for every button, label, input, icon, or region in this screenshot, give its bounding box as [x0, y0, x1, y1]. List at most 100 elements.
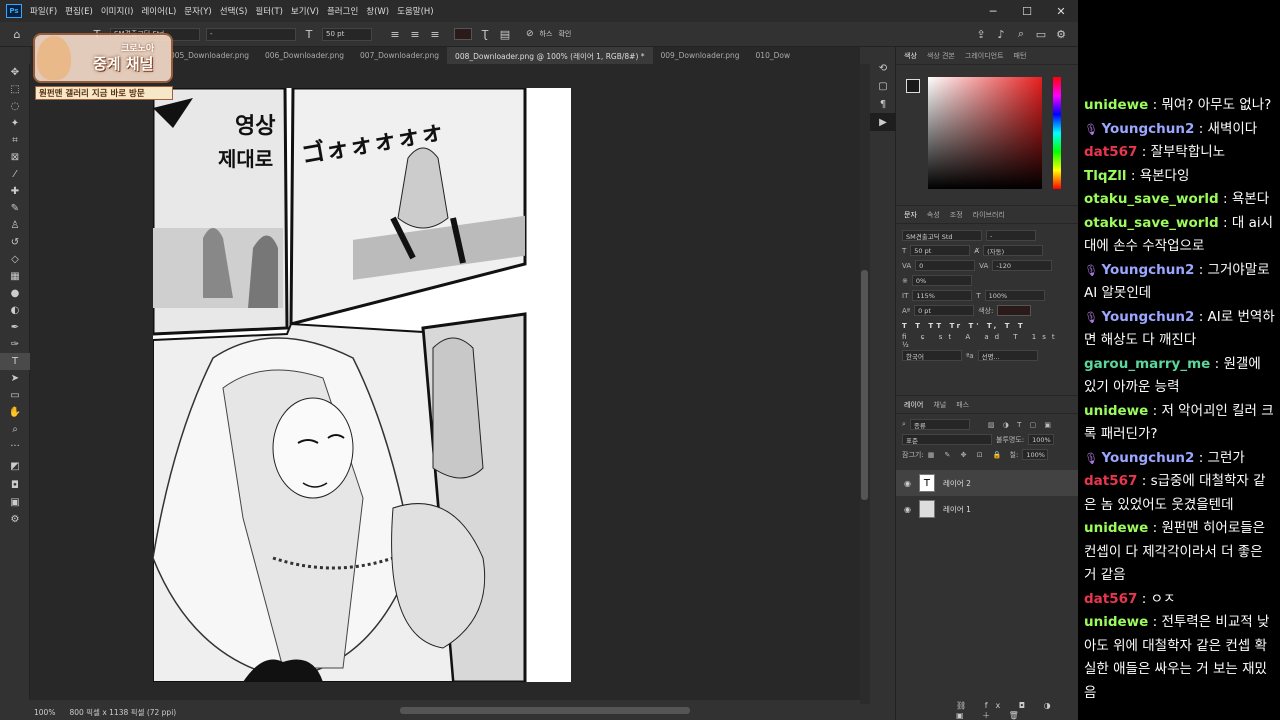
tab-adjustments[interactable]: 조정	[950, 210, 963, 220]
color-picker-field[interactable]	[928, 77, 1042, 189]
lasso-tool-icon[interactable]: ◌	[0, 98, 30, 115]
char-tracking[interactable]: -120	[992, 260, 1053, 271]
gradient-tool-icon[interactable]: ▦	[0, 268, 30, 285]
search-icon[interactable]: ⌕	[1014, 27, 1028, 41]
layer-filter-select[interactable]: 종류	[909, 419, 970, 430]
char-style-select[interactable]: -	[986, 230, 1036, 241]
layer-actions[interactable]: ⛓ fx ◘ ◑ ▣ ＋ 🗑	[956, 701, 1078, 720]
chat-username[interactable]: garou_marry_me	[1084, 356, 1210, 372]
healing-brush-tool-icon[interactable]: ✚	[0, 183, 30, 200]
align-center-icon[interactable]: ≡	[408, 28, 422, 41]
brush-tool-icon[interactable]: ✎	[0, 200, 30, 217]
cancel-icon[interactable]: ⊘	[526, 29, 534, 39]
canvas-area[interactable]: 영상 제대로 ゴォォォォォ	[30, 64, 860, 700]
tab-doc-009[interactable]: 009_Downloader.png	[653, 47, 748, 64]
minimize-icon[interactable]: ─	[976, 0, 1010, 22]
chat-username[interactable]: Youngchun2	[1101, 450, 1194, 466]
share-icon[interactable]: ⇪	[974, 28, 988, 41]
text-color-swatch[interactable]	[454, 28, 472, 40]
layer-filter-icons[interactable]: ▨ ◑ T ▢ ▣	[988, 421, 1054, 429]
commit-label[interactable]: 확인	[558, 29, 571, 39]
actions-panel-icon[interactable]: ▶	[870, 113, 896, 131]
menu-window[interactable]: 창(W)	[362, 5, 393, 17]
tab-channels[interactable]: 채널	[933, 400, 946, 410]
zoom-tool-icon[interactable]: ⌕	[0, 421, 30, 438]
tab-layers[interactable]: 레이어	[904, 400, 923, 410]
history-panel-icon[interactable]: ⟲	[870, 59, 896, 77]
lock-icons[interactable]: ▦ ✎ ✥ ⊡ 🔒	[928, 451, 1006, 459]
tab-paths[interactable]: 패스	[956, 400, 969, 410]
manga-page-canvas[interactable]: 영상 제대로 ゴォォォォォ	[153, 88, 571, 682]
paragraph-panel-icon[interactable]: ¶	[870, 95, 896, 113]
marquee-tool-icon[interactable]: ⬚	[0, 81, 30, 98]
tab-gradients[interactable]: 그레이디언트	[965, 51, 1004, 61]
chat-username[interactable]: unidewe	[1084, 520, 1148, 536]
chat-username[interactable]: otaku_save_world	[1084, 191, 1219, 207]
tab-patterns[interactable]: 패턴	[1014, 51, 1027, 61]
close-icon[interactable]: ✕	[1044, 0, 1078, 22]
char-horizontal-scale[interactable]: 100%	[984, 290, 1045, 301]
bell-icon[interactable]: ♪	[994, 28, 1008, 41]
char-color-swatch[interactable]	[997, 305, 1032, 316]
zoom-level[interactable]: 100%	[34, 708, 55, 717]
dodge-tool-icon[interactable]: ◐	[0, 302, 30, 319]
settings-icon[interactable]: ⚙	[1054, 28, 1068, 41]
font-style-select[interactable]: -	[206, 27, 296, 41]
char-size[interactable]: 50 pt	[910, 245, 971, 256]
char-font-select[interactable]: SM견출고딕 Std	[902, 230, 982, 241]
char-vertical-scale[interactable]: 115%	[912, 290, 973, 301]
home-icon[interactable]: ⌂	[10, 28, 24, 41]
character-panel-icon[interactable]: ▤	[498, 28, 512, 41]
menu-view[interactable]: 보기(V)	[287, 5, 323, 17]
comments-panel-icon[interactable]: ▢	[870, 77, 896, 95]
color-swatches-icon[interactable]: ◩	[0, 455, 30, 477]
tab-character[interactable]: 문자	[904, 210, 917, 220]
menu-file[interactable]: 파일(F)	[26, 5, 61, 17]
language-select[interactable]: 한국어	[902, 350, 962, 361]
chat-username[interactable]: unidewe	[1084, 97, 1148, 113]
opentype-buttons[interactable]: ﬁ ɕ st A ad T 1st ½	[902, 333, 1078, 349]
hue-slider[interactable]	[1053, 77, 1061, 189]
vertical-scrollbar-thumb[interactable]	[861, 270, 868, 500]
blend-mode-select[interactable]: 표준	[902, 434, 992, 445]
tab-doc-006[interactable]: 006_Downloader.png	[257, 47, 352, 64]
antialias-select[interactable]: 선명...	[977, 350, 1038, 361]
align-right-icon[interactable]: ≡	[428, 28, 442, 41]
align-left-icon[interactable]: ≡	[388, 28, 402, 41]
chat-username[interactable]: dat567	[1084, 473, 1137, 489]
tab-color[interactable]: 색상	[904, 51, 917, 61]
horizontal-scrollbar-thumb[interactable]	[400, 707, 690, 714]
visibility-eye-icon[interactable]: ◉	[904, 479, 911, 488]
menu-plugins[interactable]: 플러그인	[323, 5, 362, 17]
hand-tool-icon[interactable]: ✋	[0, 404, 30, 421]
magic-wand-tool-icon[interactable]: ✦	[0, 115, 30, 132]
screen-mode-icon[interactable]: ▣	[0, 494, 30, 511]
menu-help[interactable]: 도움말(H)	[393, 5, 437, 17]
chat-username[interactable]: dat567	[1084, 144, 1137, 160]
chat-username[interactable]: dat567	[1084, 591, 1137, 607]
stamp-tool-icon[interactable]: ♙	[0, 217, 30, 234]
menu-edit[interactable]: 편집(E)	[61, 5, 97, 17]
menu-select[interactable]: 선택(S)	[216, 5, 252, 17]
char-leading[interactable]: (자동)	[983, 245, 1044, 256]
tab-doc-010[interactable]: 010_Dow	[748, 47, 799, 64]
layer-row[interactable]: ◉ 레이어 1	[896, 496, 1078, 522]
type-tool-active-icon[interactable]: T	[0, 353, 30, 370]
move-tool-icon[interactable]: ✥	[0, 64, 30, 81]
foreground-color-swatch[interactable]	[906, 79, 920, 93]
menu-layer[interactable]: 레이어(L)	[137, 5, 180, 17]
glyph-style-buttons[interactable]: T T TT Tr T' T, T T	[902, 322, 1026, 330]
pen-tool-alt-icon[interactable]: ✑	[0, 336, 30, 353]
crop-tool-icon[interactable]: ⌗	[0, 132, 30, 149]
blur-tool-icon[interactable]: ●	[0, 285, 30, 302]
workspace-icon[interactable]: ▭	[1034, 28, 1048, 41]
history-brush-tool-icon[interactable]: ↺	[0, 234, 30, 251]
menu-type[interactable]: 문자(Y)	[180, 5, 215, 17]
tab-doc-007[interactable]: 007_Downloader.png	[352, 47, 447, 64]
maximize-icon[interactable]: ☐	[1010, 0, 1044, 22]
quick-mask-icon[interactable]: ◘	[0, 477, 30, 494]
chat-username[interactable]: Youngchun2	[1101, 309, 1194, 325]
opacity-value[interactable]: 100%	[1028, 434, 1055, 445]
tab-doc-008[interactable]: 008_Downloader.png @ 100% (레이어 1, RGB/8#…	[447, 47, 653, 64]
menu-filter[interactable]: 필터(T)	[251, 5, 286, 17]
